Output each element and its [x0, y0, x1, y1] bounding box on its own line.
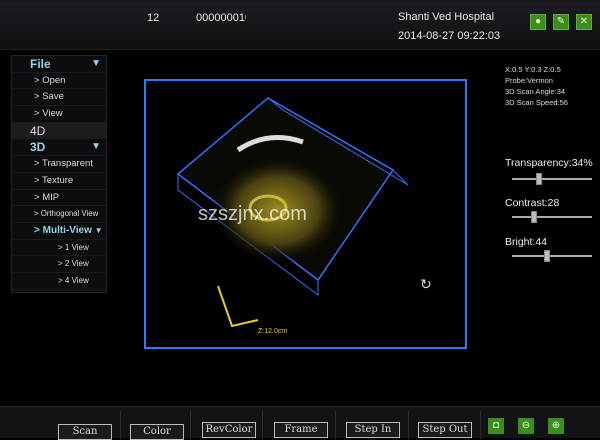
- watermark: szszjnx.com: [198, 203, 307, 225]
- menu-transparent[interactable]: > Transparent: [12, 156, 106, 173]
- close-icon: ✕: [579, 16, 589, 27]
- patient-id: 000000010: [196, 12, 246, 24]
- zoom-out-icon: ⊖: [521, 420, 531, 431]
- axis-indicator: [217, 285, 259, 328]
- zoom-out-button[interactable]: ⊖: [518, 418, 534, 434]
- user-button[interactable]: ●: [530, 14, 546, 30]
- menu-open[interactable]: > Open: [12, 73, 106, 90]
- slider-thumb[interactable]: [531, 211, 538, 223]
- divider: [190, 411, 191, 439]
- menu-multi-view[interactable]: > Multi-View ▼: [12, 223, 106, 240]
- bright-label: Bright:44: [505, 236, 548, 248]
- camera-icon: ◘: [492, 420, 500, 431]
- volume-render: [144, 79, 467, 349]
- settings-button[interactable]: ✎: [553, 14, 569, 30]
- chevron-right-icon: >: [58, 242, 63, 252]
- menu-multi-view-label: Multi-View: [42, 224, 92, 236]
- scan-angle: 3D Scan Angle:34: [505, 87, 566, 96]
- chevron-right-icon: >: [34, 158, 40, 170]
- rotate-icon[interactable]: ↻: [420, 276, 432, 293]
- contrast-slider[interactable]: [512, 211, 592, 223]
- menu-4d[interactable]: 4D: [12, 122, 106, 140]
- menu-mip[interactable]: > MIP: [12, 190, 106, 207]
- datetime: 2014-08-27 09:22:03: [398, 30, 501, 42]
- chevron-right-icon: >: [34, 224, 40, 236]
- menu-orthogonal-label: Orthogonal View: [40, 209, 99, 219]
- zoom-in-button[interactable]: ⊕: [548, 418, 564, 434]
- chevron-right-icon: >: [34, 209, 39, 219]
- depth-label: Z:12.0cm: [258, 328, 288, 335]
- step-in-button[interactable]: Step In: [346, 422, 400, 438]
- hospital-name: Shanti Ved Hospital: [398, 11, 495, 23]
- slider-thumb[interactable]: [536, 173, 543, 185]
- menu-4-view-label: 4 View: [64, 275, 89, 285]
- 3d-viewport[interactable]: Z:12.0cm szszjnx.com ↻: [118, 50, 490, 402]
- chevron-down-icon: ▼: [91, 58, 101, 69]
- user-icon: ●: [534, 16, 542, 27]
- chevron-right-icon: >: [34, 108, 40, 120]
- transparency-slider[interactable]: [512, 173, 592, 185]
- menu-1-view[interactable]: > 1 View: [12, 240, 106, 257]
- menu-open-label: Open: [42, 74, 66, 86]
- divider: [262, 411, 263, 439]
- menu-mip-label: MIP: [42, 191, 60, 203]
- frame-button[interactable]: Frame: [274, 422, 328, 438]
- chevron-down-icon: ▼: [91, 141, 101, 153]
- menu-2-view-label: 2 View: [64, 259, 89, 269]
- scan-info: X:0.5 Y:0.3 Z:0.5 Probe:Vermon 3D Scan A…: [505, 64, 568, 108]
- divider: [335, 411, 336, 439]
- chevron-right-icon: >: [58, 259, 63, 269]
- menu-3d-label: 3D: [30, 140, 46, 155]
- wrench-icon: ✎: [556, 16, 566, 27]
- probe-label: Probe:Vermon: [505, 76, 553, 85]
- header-bar: 12 000000010 Shanti Ved Hospital 2014-08…: [0, 0, 600, 50]
- patient-number: 12: [147, 12, 160, 24]
- menu-view-label: View: [42, 108, 63, 120]
- scan-speed: 3D Scan Speed:56: [505, 98, 568, 107]
- divider: [408, 411, 409, 439]
- bright-slider[interactable]: [512, 250, 592, 262]
- divider: [120, 411, 121, 439]
- chevron-down-icon: ▼: [94, 225, 103, 235]
- chevron-right-icon: >: [34, 74, 40, 86]
- menu-save-label: Save: [42, 91, 64, 103]
- zoom-in-icon: ⊕: [551, 420, 561, 431]
- xyz-readout: X:0.5 Y:0.3 Z:0.5: [505, 65, 561, 74]
- contrast-label: Contrast:28: [505, 197, 560, 209]
- menu-file[interactable]: File ▼: [12, 56, 106, 73]
- menu-transparent-label: Transparent: [42, 158, 93, 170]
- close-button[interactable]: ✕: [576, 14, 592, 30]
- snapshot-button[interactable]: ◘: [488, 418, 504, 434]
- menu-texture-label: Texture: [42, 174, 74, 186]
- sidebar-menu: File ▼ > Open > Save > View 4D 3D ▼ > Tran…: [11, 55, 107, 293]
- menu-file-label: File: [30, 57, 51, 71]
- menu-save[interactable]: > Save: [12, 89, 106, 107]
- chevron-right-icon: >: [58, 275, 63, 285]
- menu-texture[interactable]: > Texture: [12, 173, 106, 190]
- menu-view[interactable]: > View: [12, 106, 106, 123]
- revcolor-button[interactable]: RevColor: [202, 422, 256, 438]
- transparency-label: Transparency:34%: [505, 157, 593, 169]
- chevron-right-icon: >: [34, 191, 40, 203]
- step-out-button[interactable]: Step Out: [418, 422, 472, 438]
- menu-orthogonal-view[interactable]: > Orthogonal View: [12, 206, 106, 223]
- menu-4-view[interactable]: > 4 View: [12, 273, 106, 290]
- menu-2-view[interactable]: > 2 View: [12, 256, 106, 273]
- chevron-right-icon: >: [34, 174, 40, 186]
- menu-3d[interactable]: 3D ▼: [12, 139, 106, 157]
- slider-thumb[interactable]: [544, 250, 551, 262]
- divider: [480, 411, 481, 439]
- menu-1-view-label: 1 View: [64, 242, 89, 252]
- header-ghost-row: [0, 0, 600, 2]
- chevron-right-icon: >: [34, 91, 40, 103]
